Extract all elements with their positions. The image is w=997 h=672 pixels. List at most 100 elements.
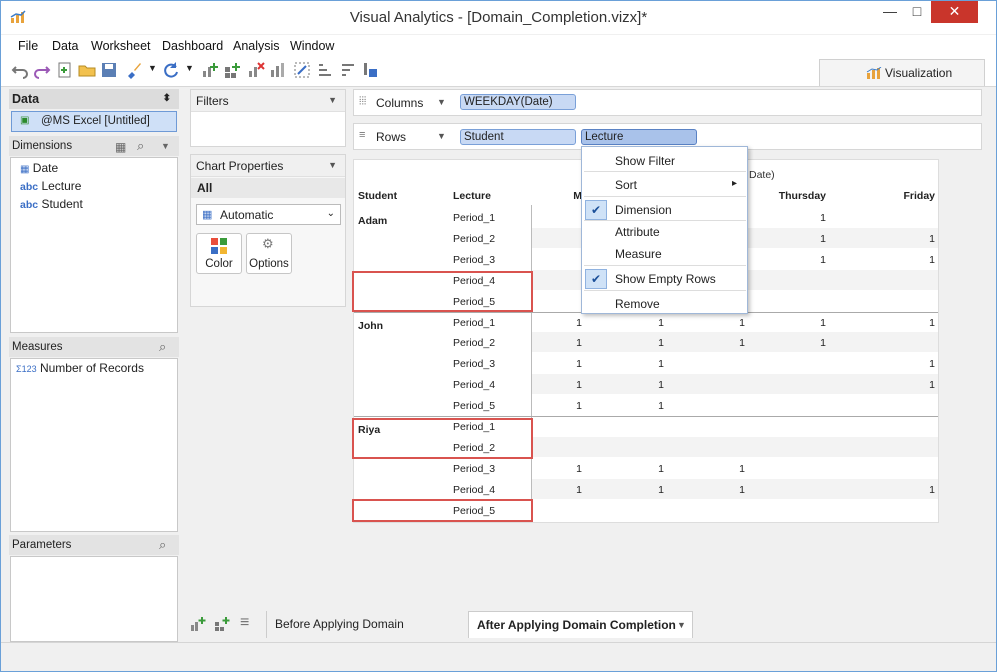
- sort-descending-icon[interactable]: [339, 61, 357, 79]
- redo-icon[interactable]: [33, 61, 51, 79]
- menu-window[interactable]: Window: [290, 39, 334, 53]
- data-source-item[interactable]: ▣ @MS Excel [Untitled]: [11, 111, 177, 132]
- column-title: Date): [749, 169, 775, 181]
- rows-dropdown-icon[interactable]: ▼: [437, 131, 446, 141]
- menu-item-sort[interactable]: Sort: [615, 178, 637, 192]
- dimensions-header: Dimensions ▦ ⌕ ▼: [9, 136, 179, 156]
- visualization-tab[interactable]: Visualization: [819, 59, 985, 86]
- value-cell: 1: [658, 316, 664, 329]
- chart-properties-header: Chart Properties ▼: [191, 155, 345, 177]
- sort-ascending-icon[interactable]: [316, 61, 334, 79]
- menu-item-attribute[interactable]: Attribute: [615, 225, 660, 239]
- maximize-button[interactable]: □: [904, 1, 930, 23]
- rows-pill-student[interactable]: Student: [460, 129, 576, 145]
- menu-item-remove[interactable]: Remove: [615, 297, 660, 311]
- menu-item-show-filter[interactable]: Show Filter: [615, 154, 675, 168]
- color-button[interactable]: Color: [196, 233, 242, 274]
- paint-brush-icon[interactable]: [125, 61, 143, 79]
- open-folder-icon[interactable]: [78, 61, 96, 79]
- lecture-cell: Period_1: [453, 212, 496, 224]
- menu-dashboard[interactable]: Dashboard: [162, 39, 223, 53]
- add-dashboard-icon[interactable]: [214, 616, 230, 632]
- options-button[interactable]: ⚙ Options: [246, 233, 292, 274]
- value-cell: 1: [820, 337, 826, 350]
- student-john: John: [358, 319, 384, 332]
- dimensions-dropdown-icon[interactable]: ▼: [161, 136, 170, 156]
- refresh-icon[interactable]: [162, 61, 180, 79]
- menu-analysis[interactable]: Analysis: [233, 39, 280, 53]
- value-cell: 1: [576, 337, 582, 350]
- data-header-sort-icon[interactable]: ⬍: [163, 89, 171, 109]
- columns-label: Columns: [376, 96, 424, 110]
- measures-list: Σ123 Number of Records: [10, 358, 178, 532]
- value-cell: 1: [739, 483, 745, 496]
- table-view-icon[interactable]: ▦: [115, 137, 126, 157]
- dimension-item-date[interactable]: ▦ Date: [20, 161, 58, 175]
- filters-header: Filters ▼: [191, 90, 345, 112]
- menu-item-measure[interactable]: Measure: [615, 247, 662, 261]
- refresh-dropdown-icon[interactable]: ▼: [185, 63, 194, 73]
- chart-properties-panel: Chart Properties ▼ All ▦ Automatic ⌄ Col…: [190, 154, 346, 307]
- measures-search-icon[interactable]: ⌕: [159, 337, 166, 357]
- columns-dropdown-icon[interactable]: ▼: [437, 97, 446, 107]
- chart-properties-dropdown-icon[interactable]: ▼: [328, 160, 337, 170]
- value-cell: 1: [929, 358, 935, 371]
- color-button-label: Color: [205, 258, 233, 270]
- lecture-cell: Period_4: [453, 483, 496, 496]
- dimension-item-lecture[interactable]: abc Lecture: [20, 179, 81, 193]
- rows-pill-lecture[interactable]: Lecture: [581, 129, 697, 145]
- lecture-cell: Period_3: [453, 358, 496, 371]
- chevron-down-icon: ⌄: [326, 208, 335, 219]
- tab-before-domain-completion[interactable]: Before Applying Domain Completion: [266, 611, 466, 658]
- new-worksheet-icon[interactable]: [201, 61, 219, 79]
- empty-rows-highlight: [352, 499, 533, 522]
- new-dashboard-icon[interactable]: [224, 61, 242, 79]
- tab-after-domain-completion-label: After Applying Domain Completion: [477, 618, 676, 632]
- value-cell: 1: [820, 253, 826, 266]
- add-worksheet-icon[interactable]: [190, 616, 206, 632]
- brush-dropdown-icon[interactable]: ▼: [148, 63, 157, 73]
- row-header-divider: [531, 205, 532, 521]
- value-cell: 1: [658, 337, 664, 350]
- menu-item-show-empty-rows[interactable]: Show Empty Rows: [615, 272, 716, 286]
- filters-dropdown-icon[interactable]: ▼: [328, 95, 337, 105]
- menu-item-dimension[interactable]: Dimension: [615, 203, 672, 217]
- chart-type-select[interactable]: ▦ Automatic ⌄: [196, 204, 341, 225]
- value-cell: 1: [576, 462, 582, 475]
- empty-rows-highlight: [352, 418, 533, 459]
- value-cell: 1: [576, 400, 582, 413]
- checkmark-icon: ✔: [585, 269, 607, 289]
- measure-item-number-of-records[interactable]: Σ123 Number of Records: [16, 361, 144, 375]
- gear-icon: ⚙: [262, 236, 274, 251]
- columns-shelf[interactable]: ⦙⦙⦙ Columns ▼ WEEKDAY(Date): [353, 89, 982, 116]
- undo-icon[interactable]: [11, 61, 29, 79]
- lecture-cell: Period_1: [453, 316, 496, 329]
- menu-data[interactable]: Data: [52, 39, 78, 53]
- value-cell: 1: [929, 483, 935, 496]
- search-icon[interactable]: ⌕: [137, 136, 144, 156]
- dimension-label: Student: [41, 197, 83, 211]
- minimize-button[interactable]: —: [877, 1, 903, 23]
- abc-icon: abc: [20, 181, 39, 193]
- duplicate-sheet-icon[interactable]: [269, 61, 287, 79]
- swap-axes-icon[interactable]: [293, 61, 311, 79]
- header-student: Student: [358, 190, 398, 202]
- close-button[interactable]: ✕: [931, 1, 978, 23]
- save-icon[interactable]: [100, 61, 118, 79]
- menu-bar: File Data Worksheet Dashboard Analysis W…: [1, 35, 996, 57]
- tab-after-domain-completion[interactable]: After Applying Domain Completion ▼: [468, 611, 693, 638]
- sheet-list-icon[interactable]: ≡: [240, 614, 249, 632]
- clear-sheet-icon[interactable]: [247, 61, 265, 79]
- dimensions-header-label: Dimensions: [12, 140, 73, 152]
- options-button-label: Options: [249, 258, 289, 270]
- excel-icon: ▣: [20, 115, 30, 126]
- dimension-item-student[interactable]: abc Student: [20, 197, 83, 211]
- fit-view-icon[interactable]: [361, 61, 379, 79]
- menu-worksheet[interactable]: Worksheet: [91, 39, 151, 53]
- filters-panel: Filters ▼: [190, 89, 346, 147]
- tab-dropdown-icon[interactable]: ▼: [677, 612, 686, 639]
- parameters-search-icon[interactable]: ⌕: [159, 535, 166, 555]
- menu-file[interactable]: File: [18, 39, 38, 53]
- columns-pill-weekday-date[interactable]: WEEKDAY(Date): [460, 94, 576, 110]
- new-file-icon[interactable]: [56, 61, 74, 79]
